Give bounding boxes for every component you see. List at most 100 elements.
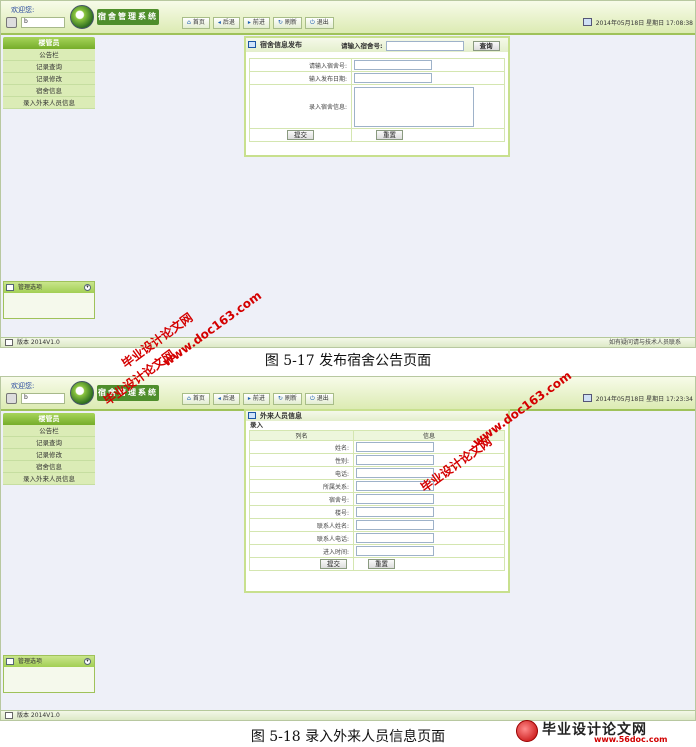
logout-button[interactable]: ⏻ 退出 [304,393,334,405]
top-header: 欢迎您: b 宿舍管理系统 ⌂ 首页 ◂ 后退 ▸ 前进 ↻ 刷新 ⏻ 退出 2014年0… [1,1,695,35]
dorm-info-textarea[interactable] [354,86,474,127]
submit-cell: 提交 [249,557,354,571]
panel-header: 宿舍信息发布 请输入宿舍号: 查询 [246,38,508,52]
options-icon [6,284,14,291]
dorm-number-label: 宿舍号: [249,492,354,506]
dorm-number-input[interactable] [354,60,432,70]
phone-label: 电话: [249,466,354,480]
entry-subtitle: 录入 [250,421,263,429]
forward-icon: ▸ [247,19,251,26]
sidebar: 楼管员 公告栏 记录查询 记录修改 宿舍信息 录入外来人员信息 [3,37,95,109]
panel-icon [248,41,256,48]
collapse-icon[interactable]: ▾ [84,658,91,665]
reset-cell: 重置 [351,128,505,142]
home-button[interactable]: ⌂ 首页 [182,393,210,405]
building-label: 楼号: [249,505,354,519]
submit-cell: 提交 [249,128,352,142]
welcome-label: 欢迎您: [11,382,35,390]
calendar-icon [582,394,592,402]
back-button[interactable]: ◂ 后退 [212,393,240,405]
gender-input[interactable] [356,455,434,465]
column-name-header: 列名 [249,430,354,441]
sidebar-title: 楼管员 [3,413,95,425]
sidebar: 楼管员 公告栏 记录查询 记录修改 宿舍信息 录入外来人员信息 [3,413,95,485]
search-label: 请输入宿舍号: [341,42,383,50]
relation-label: 所属关系: [249,479,354,493]
panel-header: 外来人员信息 [246,411,508,421]
panel-icon [248,412,256,419]
home-button[interactable]: ⌂ 首页 [182,17,210,29]
sidebar-item-visitor-entry[interactable]: 录入外来人员信息 [3,473,95,485]
contact-phone-label: 联系人电话: [249,531,354,545]
contact-note: 如有疑问请与技术人员联系 [608,339,681,346]
sidebar-item-visitor-entry[interactable]: 录入外来人员信息 [3,97,95,109]
collapse-icon[interactable]: ▾ [84,284,91,291]
dorm-number-label: 请输入宿舍号: [249,58,352,72]
status-icon [5,712,13,719]
reset-button[interactable]: 重置 [368,559,395,569]
sidebar-item-record-edit[interactable]: 记录修改 [3,449,95,461]
nav-toolbar: ⌂ 首页 ◂ 后退 ▸ 前进 ↻ 刷新 ⏻ 退出 [182,393,334,405]
logout-icon: ⏻ [309,395,315,402]
welcome-box: 欢迎您: b [4,380,66,407]
management-options: 管理选项 ▾ [3,655,95,693]
back-icon: ◂ [217,395,221,402]
contact-phone-input[interactable] [356,533,434,543]
publish-date-label: 输入发布日期: [249,71,352,85]
logo-emblem-icon [70,5,94,29]
logo-emblem-icon [70,381,94,405]
back-button[interactable]: ◂ 后退 [212,17,240,29]
welcome-label: 欢迎您: [11,6,35,14]
dorm-info-label: 录入宿舍信息: [249,84,352,129]
reset-button[interactable]: 重置 [376,130,403,140]
dorm-search-input[interactable] [385,41,464,51]
entry-time-input[interactable] [356,546,434,556]
version-label: 版本 2014V1.0 [17,339,60,346]
user-icon [6,17,17,28]
publish-date-input[interactable] [354,73,432,83]
panel-title: 宿舍信息发布 [260,41,302,49]
building-input[interactable] [356,507,434,517]
panel-title: 外来人员信息 [260,412,302,420]
refresh-icon: ↻ [277,19,283,26]
sidebar-item-record-edit[interactable]: 记录修改 [3,73,95,85]
gender-label: 性别: [249,453,354,467]
management-options-header[interactable]: 管理选项 ▾ [4,282,94,293]
entry-time-label: 进入时间: [249,544,354,558]
management-options-header[interactable]: 管理选项 ▾ [4,656,94,667]
sidebar-item-record-query[interactable]: 记录查询 [3,437,95,449]
user-icon [6,393,17,404]
dorm-number-input[interactable] [356,494,434,504]
contact-name-input[interactable] [356,520,434,530]
contact-name-label: 联系人姓名: [249,518,354,532]
search-bar: 请输入宿舍号: 查询 [341,39,500,53]
nav-toolbar: ⌂ 首页 ◂ 后退 ▸ 前进 ↻ 刷新 ⏻ 退出 [182,17,334,29]
notice-panel: 宿舍信息发布 请输入宿舍号: 查询 请输入宿舍号: 输入发布日期: 录入宿舍信息… [244,36,510,157]
query-button[interactable]: 查询 [472,41,500,51]
refresh-button[interactable]: ↻ 刷新 [272,17,302,29]
sidebar-item-notice-board[interactable]: 公告栏 [3,49,95,61]
sidebar-item-record-query[interactable]: 记录查询 [3,61,95,73]
management-options: 管理选项 ▾ [3,281,95,319]
logout-button[interactable]: ⏻ 退出 [304,17,334,29]
calendar-icon [582,18,592,26]
notice-form-table: 请输入宿舍号: 输入发布日期: 录入宿舍信息: 提交 重置 [249,58,505,142]
sidebar-title: 楼管员 [3,37,95,49]
home-icon: ⌂ [187,395,191,402]
datetime-display: 2014年05月18日 星期日 17:23:34 [582,394,693,403]
watermark-logo-url: www.56doc.com [594,735,668,744]
sidebar-item-dorm-info[interactable]: 宿舍信息 [3,85,95,97]
welcome-box: 欢迎您: b [4,4,66,31]
refresh-button[interactable]: ↻ 刷新 [272,393,302,405]
logo-title: 宿舍管理系统 [97,9,159,25]
forward-button[interactable]: ▸ 前进 [242,393,270,405]
submit-button[interactable]: 提交 [320,559,347,569]
name-input[interactable] [356,442,434,452]
status-icon [5,339,13,346]
forward-button[interactable]: ▸ 前进 [242,17,270,29]
home-icon: ⌂ [187,19,191,26]
figure-caption-1: 图 5-17 发布宿舍公告页面 [264,353,432,369]
sidebar-item-notice-board[interactable]: 公告栏 [3,425,95,437]
sidebar-item-dorm-info[interactable]: 宿舍信息 [3,461,95,473]
submit-button[interactable]: 提交 [287,130,314,140]
